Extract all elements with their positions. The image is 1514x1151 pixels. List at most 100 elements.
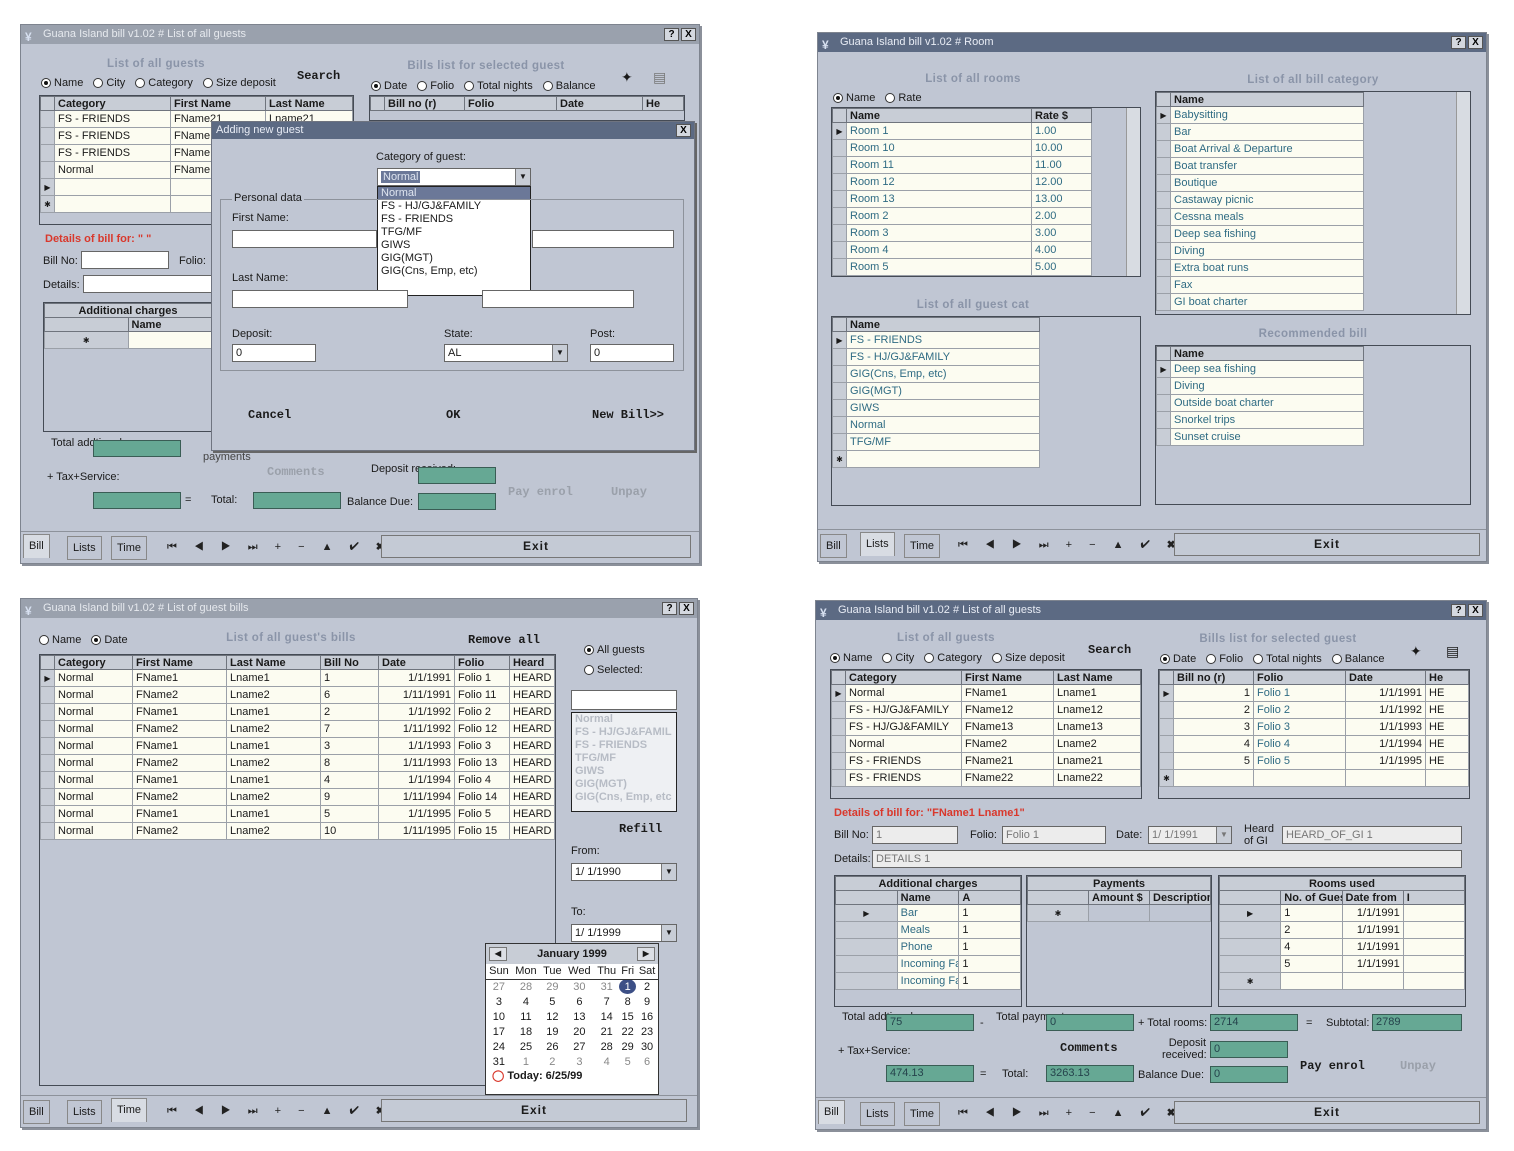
calendar-day[interactable]: 7 (594, 994, 619, 1009)
table-row[interactable]: FS - HJ/GJ&FAMILY (832, 348, 1040, 366)
help-button[interactable]: ? (1451, 36, 1466, 49)
rooms-scrollbar[interactable] (1126, 108, 1140, 276)
guests-grid[interactable]: Category First Name Last Name ▶ Normal FName… (830, 669, 1142, 799)
table-row[interactable]: Castaway picnic (1156, 191, 1364, 209)
table-row[interactable]: Room 13 13.00 (832, 190, 1128, 208)
bills-grid[interactable]: Bill no (r) Folio Date He (369, 95, 685, 121)
folio-input[interactable]: Folio 1 (1002, 826, 1106, 844)
table-row[interactable]: 2 Folio 2 1/1/1992 HE (1159, 701, 1469, 719)
table-row[interactable]: Snorkel trips (1156, 411, 1364, 429)
help-button[interactable]: ? (1451, 604, 1466, 617)
table-row[interactable]: Normal FName2 Lname2 7 1/11/1992 Folio 12 HEAR… (40, 720, 555, 738)
calendar-day[interactable]: 14 (594, 1009, 619, 1024)
unpay-button[interactable]: Unpay (1400, 1059, 1436, 1073)
table-row[interactable]: Room 2 2.00 (832, 207, 1128, 225)
table-row[interactable]: GIG(Cns, Emp, etc) (832, 365, 1040, 383)
calendar-day[interactable]: 19 (540, 1024, 564, 1039)
table-row[interactable]: ▶ Babysitting (1156, 106, 1364, 124)
tab-bill[interactable]: Bill (23, 1100, 50, 1124)
exit-button[interactable]: Exit (381, 535, 691, 558)
calendar-day[interactable]: 10 (486, 1009, 512, 1024)
record-navigator[interactable]: ⏮ ◀ ▶ ⏭ + − ▲ ✔ ✖ ↻ (167, 1104, 418, 1118)
tab-lists[interactable]: Lists (67, 1100, 102, 1124)
date-picker-calendar[interactable]: ◀ January 1999 ▶ Sun Mon Tue Wed Thu Fri Sat 27… (485, 943, 659, 1095)
selected-filter-input[interactable] (571, 690, 677, 710)
calendar-day[interactable]: 31 (594, 979, 619, 994)
tab-lists[interactable]: Lists (860, 532, 895, 556)
table-row[interactable]: 5 Folio 5 1/1/1995 HE (1159, 752, 1469, 770)
radio-sort-city[interactable]: City (882, 652, 914, 664)
table-row[interactable]: 5 1/1/1991 (1219, 955, 1465, 973)
table-row[interactable]: FS - HJ/GJ&FAMILY FName12 Lname12 (831, 701, 1141, 719)
calendar-day[interactable]: 25 (512, 1039, 540, 1054)
calendar-day[interactable]: 16 (636, 1009, 658, 1024)
post-input[interactable]: 0 (590, 344, 674, 362)
bill-category-scrollbar[interactable] (1456, 92, 1470, 314)
tab-time[interactable]: Time (904, 534, 941, 558)
table-row[interactable]: Cessna meals (1156, 208, 1364, 226)
radio-bill-date[interactable]: Date (1160, 653, 1196, 665)
selected-category-option[interactable]: FS - FRIENDS (572, 739, 676, 752)
table-row[interactable]: GIWS (832, 399, 1040, 417)
magic-wand-icon[interactable]: ✦ (1410, 643, 1422, 660)
payments-grid[interactable]: Payments Amount $ Description ✱ (1026, 875, 1212, 1007)
table-row[interactable]: ▶ Room 1 1.00 (832, 122, 1128, 140)
cancel-button[interactable]: Cancel (248, 408, 291, 422)
bill-no-input[interactable]: 1 (872, 826, 958, 844)
help-button[interactable]: ? (662, 602, 677, 615)
calendar-day[interactable]: 13 (565, 1009, 595, 1024)
radio-sort-category[interactable]: Category (924, 652, 982, 664)
refill-button[interactable]: Refill (619, 822, 662, 836)
table-row[interactable]: ▶ Normal FName1 Lname1 (831, 684, 1141, 702)
to-date-select[interactable]: 1/ 1/1999 ▼ (571, 924, 677, 942)
additional-charges-grid[interactable]: Additional charges Name A ▶ Bar 1 Meals 1 Phon… (834, 875, 1022, 1007)
selected-category-option[interactable]: FS - HJ/GJ&FAMIL (572, 726, 676, 739)
calendar-day[interactable]: 29 (619, 1039, 636, 1054)
table-row[interactable]: Incoming Fax1 (835, 972, 1021, 990)
table-row[interactable]: Phone 1 (835, 938, 1021, 956)
help-button[interactable]: ? (664, 28, 679, 41)
calendar-day[interactable]: 26 (540, 1039, 564, 1054)
calendar-day[interactable]: 31 (486, 1054, 512, 1069)
table-row[interactable]: Normal FName1 Lname1 3 1/1/1993 Folio 3 HEARD (40, 737, 555, 755)
search-button[interactable]: Search (297, 69, 340, 83)
bill-no-input[interactable] (81, 251, 169, 269)
table-row[interactable]: Room 12 12.00 (832, 173, 1128, 191)
state-select[interactable]: AL ▼ (444, 344, 568, 362)
calendar-day[interactable]: 2 (636, 979, 658, 994)
record-navigator[interactable]: ⏮ ◀ ▶ ⏭ + − ▲ ✔ ✖ ↻ (958, 1106, 1209, 1120)
calendar-day[interactable]: 5 (619, 1054, 636, 1069)
pay-enrol-button[interactable]: Pay enrol (1300, 1059, 1365, 1073)
rooms-used-grid[interactable]: Rooms used No. of GuestsDate fromI ▶11/1… (1218, 875, 1466, 1007)
calendar-day[interactable]: 12 (540, 1009, 564, 1024)
first-name-input[interactable] (232, 230, 377, 248)
table-row[interactable]: Normal FName1 Lname1 4 1/1/1994 Folio 4 HEARD (40, 771, 555, 789)
table-row[interactable]: Bar (1156, 123, 1364, 141)
calendar-day[interactable]: 28 (594, 1039, 619, 1054)
radio-sort-name[interactable]: Name (830, 652, 872, 664)
date-select[interactable]: 1/ 1/1991 ▼ (1148, 826, 1232, 844)
selected-category-option[interactable]: GIWS (572, 765, 676, 778)
exit-button[interactable]: Exit (1174, 1101, 1480, 1124)
calendar-day[interactable]: 6 (636, 1054, 658, 1069)
selected-category-option[interactable]: GIG(Cns, Emp, etc (572, 791, 676, 804)
table-row[interactable]: Boat transfer (1156, 157, 1364, 175)
printer-icon[interactable]: ▤ (1446, 643, 1459, 660)
chevron-down-icon[interactable]: ▼ (1216, 827, 1231, 843)
chevron-down-icon[interactable]: ▼ (661, 864, 676, 880)
close-button[interactable]: X (1468, 36, 1483, 49)
selected-category-option[interactable]: Normal (572, 713, 676, 726)
table-row[interactable]: Room 10 10.00 (832, 139, 1128, 157)
calendar-day[interactable]: 1 (619, 979, 637, 994)
calendar-day[interactable]: 24 (486, 1039, 512, 1054)
calendar-day[interactable]: 28 (512, 979, 540, 994)
address-input[interactable] (482, 290, 634, 308)
table-row[interactable]: FS - FRIENDS FName21 Lname21 (831, 752, 1141, 770)
calendar-day[interactable]: 5 (540, 994, 564, 1009)
table-row[interactable]: ▶ 1 Folio 1 1/1/1991 HE (1159, 684, 1469, 702)
table-row[interactable]: Room 4 4.00 (832, 241, 1128, 259)
radio-bill-balance[interactable]: Balance (542, 80, 596, 92)
radio-sort-rate[interactable]: Rate (885, 92, 922, 104)
radio-selected[interactable]: Selected: (584, 664, 643, 676)
table-row[interactable]: Diving (1156, 242, 1364, 260)
